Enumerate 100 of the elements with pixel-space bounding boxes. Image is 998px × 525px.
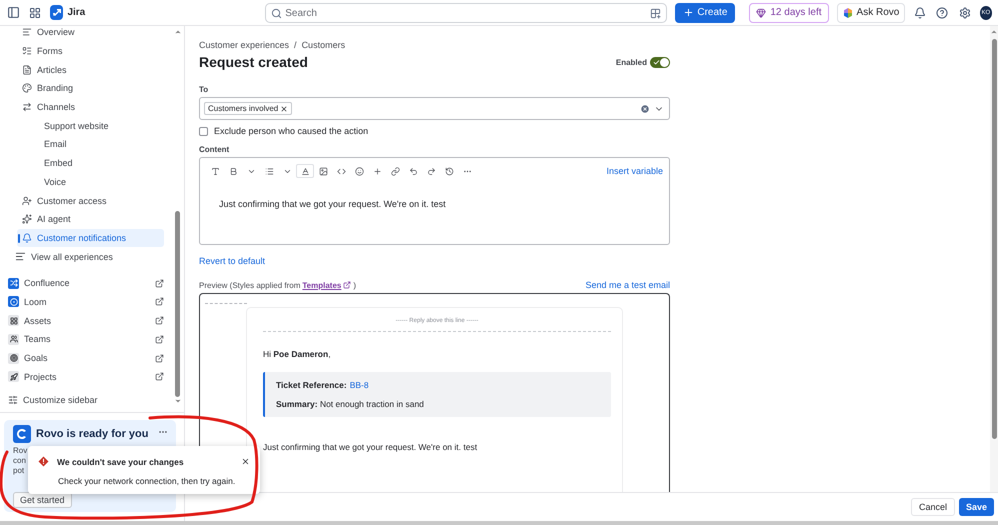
recipients-field[interactable]: Customers involved bbox=[199, 97, 670, 120]
app-link[interactable]: Goals bbox=[0, 348, 164, 368]
card-text: Rov bbox=[13, 446, 28, 456]
sidebar-item[interactable]: AI agent bbox=[0, 210, 164, 229]
toggle-label: Enabled bbox=[616, 58, 647, 66]
clear-icon[interactable] bbox=[640, 104, 650, 114]
checkbox-label: Exclude person who caused the action bbox=[214, 126, 368, 136]
search-icon bbox=[271, 8, 282, 18]
toast-title: We couldn't save your changes bbox=[57, 456, 185, 466]
toast-message: Check your network connection, then try again. bbox=[58, 476, 236, 486]
sidebar-item[interactable]: Customer notifications bbox=[17, 228, 164, 248]
sidebar-toggle-icon[interactable] bbox=[6, 4, 20, 20]
breadcrumb-link[interactable]: Customer experiences bbox=[199, 40, 290, 50]
insert-variable-link[interactable]: Insert variable bbox=[606, 166, 663, 176]
recipient-tag: Customers involved bbox=[204, 102, 292, 115]
breadcrumb-separator: / bbox=[294, 40, 297, 50]
scroll-up-icon[interactable] bbox=[990, 28, 998, 36]
text-color-icon[interactable] bbox=[296, 164, 314, 178]
sidebar-item[interactable]: Branding bbox=[0, 79, 164, 98]
close-icon[interactable] bbox=[241, 457, 250, 466]
cancel-button[interactable]: Cancel bbox=[910, 498, 955, 516]
circle-dot-tile-icon bbox=[8, 296, 19, 308]
sidebar-item[interactable]: Embed bbox=[0, 154, 164, 172]
document-icon bbox=[22, 64, 32, 75]
sidebar-item[interactable]: Support website bbox=[0, 116, 164, 136]
exclude-checkbox[interactable]: Exclude person who caused the action bbox=[199, 126, 670, 136]
card-text: pot bbox=[13, 466, 24, 476]
checkbox[interactable] bbox=[199, 126, 208, 136]
gem-icon bbox=[756, 8, 766, 18]
app-link[interactable]: Loom bbox=[0, 292, 164, 312]
card-title: Rovo is ready for you bbox=[36, 428, 148, 440]
app-link[interactable]: Teams bbox=[0, 330, 164, 349]
sidebar-item[interactable]: Channels bbox=[0, 98, 164, 116]
external-link-icon bbox=[155, 372, 164, 382]
check-icon bbox=[653, 58, 660, 66]
ticket-reference-label: Ticket Reference: bbox=[276, 380, 347, 390]
sidebar-item[interactable]: Forms bbox=[0, 42, 164, 60]
sidebar-item[interactable]: Articles bbox=[0, 60, 164, 80]
search-field[interactable]: Search bbox=[265, 3, 668, 23]
editor-text: Just confirming that we got your request. We're on it. test bbox=[219, 199, 447, 209]
get-started-button[interactable]: Get started bbox=[13, 492, 72, 508]
app-link[interactable]: Confluence bbox=[0, 274, 164, 293]
logo-icon bbox=[13, 425, 31, 443]
app-link[interactable]: Projects bbox=[0, 367, 164, 386]
sidebar-item[interactable]: Email bbox=[0, 135, 164, 154]
app-link[interactable]: Assets bbox=[0, 311, 164, 330]
external-link-icon bbox=[343, 281, 352, 289]
lines-icon bbox=[15, 251, 26, 262]
scroll-down-icon[interactable] bbox=[174, 397, 182, 405]
arrows-icon bbox=[22, 102, 32, 112]
external-link-icon bbox=[155, 354, 164, 363]
scroll-up-icon[interactable] bbox=[174, 28, 182, 36]
content-editor[interactable]: Insert variable Just confirming that we got your request. We're on it. test bbox=[199, 157, 670, 245]
breadcrumb-link[interactable]: Customers bbox=[302, 40, 346, 50]
enabled-toggle[interactable] bbox=[650, 56, 670, 68]
logo-icon[interactable] bbox=[50, 5, 64, 20]
sidebar-item[interactable]: Customer access bbox=[0, 191, 164, 210]
product-name[interactable]: Jira bbox=[67, 7, 86, 18]
test-email-link[interactable]: Send me a test email bbox=[585, 280, 670, 290]
revert-link[interactable]: Revert to default bbox=[199, 256, 266, 266]
save-button[interactable]: Save bbox=[958, 498, 994, 516]
sidebar-item[interactable]: Customize sidebar bbox=[0, 391, 164, 410]
field-label: To bbox=[199, 85, 210, 94]
checklist-icon bbox=[22, 46, 32, 56]
page-title: Request created bbox=[199, 54, 308, 70]
palette-icon bbox=[22, 83, 32, 94]
external-link-icon bbox=[155, 316, 164, 326]
greeting-text: Hi Poe Dameron, bbox=[263, 349, 332, 359]
sliders-icon bbox=[8, 395, 18, 406]
plus-icon bbox=[683, 7, 694, 18]
scrollbar[interactable] bbox=[990, 26, 998, 492]
email-body-text: Just confirming that we got your request. We're on it. test bbox=[263, 442, 478, 452]
create-button[interactable]: Create bbox=[675, 2, 736, 22]
dashed-line bbox=[205, 303, 247, 306]
user-plus-icon bbox=[22, 196, 32, 206]
sparkles-icon bbox=[22, 214, 32, 224]
ticket-link[interactable]: BB-8 bbox=[350, 380, 369, 390]
people-tile-icon bbox=[8, 334, 19, 345]
notifications-icon[interactable] bbox=[913, 4, 928, 20]
settings-icon[interactable] bbox=[958, 4, 972, 20]
error-icon bbox=[38, 456, 49, 467]
field-label: Content bbox=[199, 145, 230, 154]
templates-link[interactable]: Templates bbox=[302, 280, 342, 290]
rocket-tile-icon bbox=[8, 371, 19, 382]
sidebar-item[interactable]: Overview bbox=[0, 26, 164, 42]
summary-text: Summary: Not enough traction in sand bbox=[276, 399, 424, 409]
hexagon-logo-icon bbox=[842, 8, 853, 18]
help-icon[interactable] bbox=[935, 4, 950, 20]
trial-button[interactable]: 12 days left bbox=[749, 2, 829, 22]
grid-tile-icon bbox=[8, 315, 19, 326]
sidebar-item[interactable]: View all experiences bbox=[0, 247, 164, 266]
bell-icon bbox=[22, 232, 32, 243]
ask-rovo-button[interactable]: Ask Rovo bbox=[836, 2, 906, 22]
remove-icon[interactable] bbox=[280, 104, 288, 112]
external-link-icon bbox=[155, 297, 164, 306]
shuffle-tile-icon bbox=[8, 278, 19, 289]
grid-plus-icon[interactable] bbox=[650, 8, 662, 18]
external-link-icon bbox=[155, 278, 164, 288]
preview-label: Preview (Styles applied from Templates ) bbox=[199, 280, 356, 290]
sidebar-item[interactable]: Voice bbox=[0, 172, 164, 192]
